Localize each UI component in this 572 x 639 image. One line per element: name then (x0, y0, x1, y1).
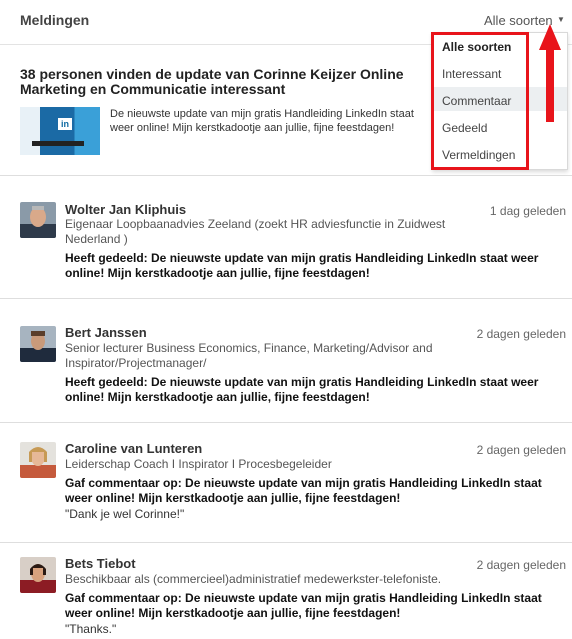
activity-text[interactable]: Gaf commentaar op: De nieuwste update va… (65, 476, 565, 506)
person-headline: Senior lecturer Business Economics, Fina… (65, 341, 433, 370)
activity-text[interactable]: Heeft gedeeld: De nieuwste update van mi… (65, 251, 565, 281)
divider (0, 298, 572, 299)
update-snippet[interactable]: De nieuwste update van mijn gratis Handl… (110, 107, 420, 135)
avatar[interactable] (20, 326, 56, 362)
person-name[interactable]: Wolter Jan Kliphuis (65, 202, 186, 217)
annotation-highlight-box (431, 32, 529, 170)
avatar[interactable] (20, 557, 56, 593)
linkedin-logo-icon: in (58, 118, 72, 130)
person-name[interactable]: Bert Janssen (65, 325, 147, 340)
activity-text[interactable]: Gaf commentaar op: De nieuwste update va… (65, 591, 565, 621)
person-headline: Leiderschap Coach I Inspirator I Procesb… (65, 457, 332, 471)
timestamp: 2 dagen geleden (476, 327, 566, 341)
person-headline: Beschikbaar als (commercieel)administrat… (65, 572, 442, 586)
thumbnail-band (32, 141, 84, 146)
person-headline: Eigenaar Loopbaanadvies Zeeland (zoekt H… (65, 217, 446, 246)
comment-text: "Dank je wel Corinne!" (65, 507, 185, 521)
activity-text[interactable]: Heeft gedeeld: De nieuwste update van mi… (65, 375, 565, 405)
annotation-arrow-icon (539, 24, 561, 122)
update-headline[interactable]: 38 personen vinden de update van Corinne… (20, 67, 440, 97)
timestamp: 2 dagen geleden (476, 443, 566, 457)
person-name[interactable]: Caroline van Lunteren (65, 441, 202, 456)
thumbnail-image (20, 107, 100, 155)
divider (0, 175, 572, 176)
comment-text: "Thanks." (65, 622, 117, 636)
avatar[interactable] (20, 202, 56, 238)
avatar[interactable] (20, 442, 56, 478)
timestamp: 1 dag geleden (489, 204, 566, 218)
page-title: Meldingen (20, 12, 90, 28)
timestamp: 2 dagen geleden (476, 558, 566, 572)
person-name[interactable]: Bets Tiebot (65, 556, 136, 571)
divider (0, 542, 572, 543)
update-thumbnail[interactable]: in (20, 107, 100, 155)
divider (0, 422, 572, 423)
